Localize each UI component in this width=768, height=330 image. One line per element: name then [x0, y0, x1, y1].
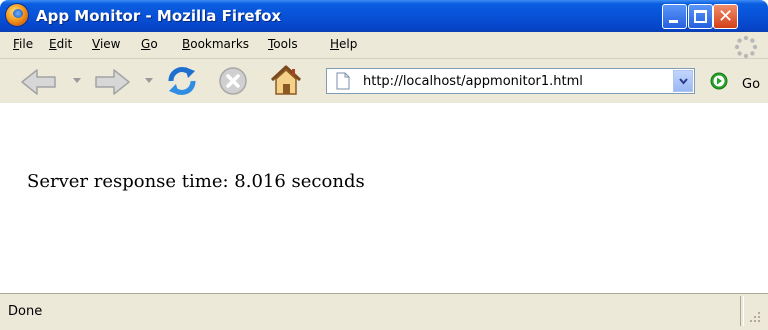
firefox-logo-icon	[6, 4, 28, 26]
navigation-toolbar: http://localhost/appmonitor1.html Go	[0, 59, 768, 104]
stop-icon[interactable]	[218, 66, 248, 96]
menu-file[interactable]: File	[13, 37, 33, 51]
status-bar: Done	[0, 293, 768, 330]
status-text: Done	[8, 304, 43, 319]
go-button[interactable]: Go	[742, 77, 760, 92]
page-icon	[336, 72, 350, 90]
minimize-button[interactable]	[662, 4, 687, 29]
back-dropdown-icon[interactable]	[73, 78, 81, 84]
close-button[interactable]: ✕	[713, 4, 738, 29]
back-arrow-icon[interactable]	[20, 68, 58, 96]
menu-help[interactable]: Help	[330, 37, 357, 51]
menu-bar: File Edit View Go Bookmarks Tools Help	[0, 32, 768, 59]
title-bar[interactable]: App Monitor - Mozilla Firefox ✕	[0, 0, 768, 32]
page-content: Server response time: 8.016 seconds	[0, 103, 768, 293]
menu-edit[interactable]: Edit	[49, 37, 72, 51]
menu-view[interactable]: View	[92, 37, 120, 51]
forward-dropdown-icon[interactable]	[145, 78, 153, 84]
reload-icon[interactable]	[165, 64, 199, 98]
server-response-text: Server response time: 8.016 seconds	[27, 171, 365, 192]
maximize-button[interactable]	[688, 4, 713, 29]
throbber-icon	[734, 35, 758, 59]
menu-go[interactable]: Go	[141, 37, 158, 51]
menu-tools[interactable]: Tools	[268, 37, 298, 51]
address-bar[interactable]: http://localhost/appmonitor1.html	[326, 68, 695, 94]
chevron-down-icon	[679, 78, 688, 85]
home-icon[interactable]	[268, 63, 304, 97]
window-title: App Monitor - Mozilla Firefox	[36, 7, 282, 25]
resize-grip-icon[interactable]	[744, 302, 764, 326]
close-icon: ✕	[717, 6, 734, 27]
forward-arrow-icon[interactable]	[93, 68, 131, 96]
menu-bookmarks[interactable]: Bookmarks	[182, 37, 249, 51]
address-dropdown-button[interactable]	[673, 70, 693, 92]
maximize-icon	[694, 10, 707, 23]
address-input[interactable]: http://localhost/appmonitor1.html	[363, 74, 583, 89]
go-icon[interactable]	[710, 72, 728, 90]
minimize-icon	[669, 20, 678, 23]
